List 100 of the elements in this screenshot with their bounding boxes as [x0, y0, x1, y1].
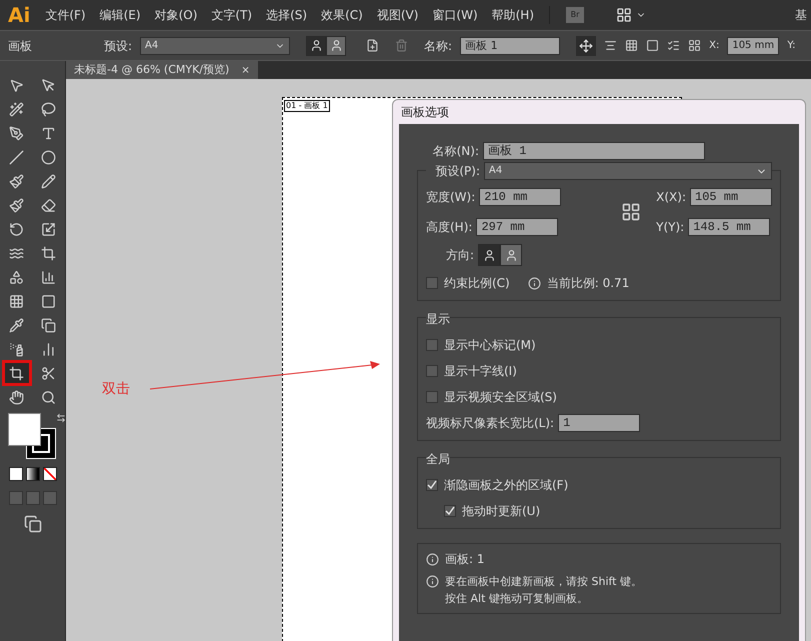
fill-stroke-swatch-drawing[interactable] — [8, 413, 56, 459]
option-label[interactable]: 显示视频安全区域(S) — [444, 388, 557, 406]
option-label[interactable]: 渐隐画板之外的区域(F) — [444, 476, 568, 494]
bar-chart-icon — [41, 270, 56, 284]
y-field[interactable]: 148.5 mm — [688, 218, 770, 236]
move-icon[interactable] — [579, 38, 594, 52]
hand-icon — [9, 390, 24, 404]
layout-icon[interactable] — [616, 7, 632, 23]
bar-chart-icon — [41, 342, 56, 356]
pixel-ratio-label: 视频标尺像素长宽比(L): — [426, 415, 554, 432]
color-mode-button[interactable] — [8, 467, 22, 481]
wand-icon — [9, 102, 24, 116]
eraser-icon — [41, 198, 56, 212]
preset-label: 预设: — [104, 38, 132, 54]
annotation-label: 双击 — [102, 380, 130, 399]
width-field[interactable]: 210 mm — [479, 188, 562, 206]
menu-item[interactable]: 效果(C) — [314, 6, 370, 24]
menu-item[interactable]: 视图(V) — [370, 6, 426, 24]
name-label: 名称(N): — [432, 143, 479, 160]
line-icon — [9, 150, 24, 164]
lasso-icon — [41, 102, 56, 116]
person-icon — [482, 248, 496, 262]
checkbox[interactable] — [426, 277, 438, 289]
orientation-button[interactable] — [326, 36, 346, 56]
grid-icon[interactable] — [688, 39, 702, 52]
info-icon — [426, 552, 439, 566]
copy-icon — [41, 318, 56, 332]
name-field[interactable]: 画板 1 — [483, 142, 705, 160]
height-label: 高度(H): — [426, 219, 472, 236]
brush-icon — [9, 198, 24, 212]
name-label: 名称: — [424, 38, 452, 54]
square-icon[interactable] — [646, 39, 660, 52]
hint-text: 要在画板中创建新画板，请按 Shift 键。 — [445, 574, 642, 590]
checkbox[interactable] — [426, 391, 438, 403]
option-label[interactable]: 拖动时更新(U) — [462, 502, 540, 520]
new-artboard-icon[interactable] — [366, 39, 380, 52]
arrow-icon — [9, 78, 24, 92]
checkbox[interactable] — [426, 365, 438, 377]
align-icon[interactable] — [604, 39, 618, 52]
menu-item[interactable]: 编辑(E) — [92, 6, 148, 24]
checkbox[interactable] — [444, 505, 456, 517]
screen-mode-icon[interactable] — [24, 515, 42, 533]
checkbox[interactable] — [426, 479, 438, 491]
tool-label: 画板 — [8, 38, 33, 54]
app-logo: Ai — [7, 2, 32, 29]
preset-dropdown[interactable]: A4 — [140, 36, 290, 54]
preset-dropdown[interactable]: A4 — [484, 162, 772, 180]
document-tab[interactable]: 未标题-4 @ 66% (CMYK/预览) × — [66, 61, 258, 79]
current-ratio: 当前比例: 0.71 — [546, 275, 630, 292]
x-field[interactable]: 105 mm — [690, 188, 772, 206]
checkmark-icon — [445, 506, 455, 516]
option-label[interactable]: 显示十字线(I) — [444, 362, 517, 380]
pen-icon — [9, 126, 24, 140]
rotate-icon — [9, 222, 24, 236]
menu-item[interactable]: 选择(S) — [259, 6, 314, 24]
y-label: Y(Y): — [656, 219, 684, 236]
info-icon — [426, 575, 439, 588]
x-label: X: — [709, 39, 720, 53]
name-field[interactable]: 画板 1 — [460, 36, 560, 54]
orientation-button[interactable] — [500, 244, 522, 266]
tool-button[interactable] — [4, 363, 28, 383]
height-field[interactable]: 297 mm — [476, 218, 558, 236]
checkmark-icon — [427, 480, 437, 490]
artboard-count: 画板: 1 — [445, 551, 484, 568]
pixel-ratio-field[interactable]: 1 — [558, 414, 640, 432]
eyedropper-icon — [9, 318, 24, 332]
scissors-icon — [41, 366, 56, 380]
reference-point-icon[interactable] — [621, 202, 642, 222]
close-icon[interactable]: × — [241, 62, 250, 78]
crop-icon — [41, 246, 56, 260]
workspace-label[interactable]: 基 — [795, 6, 811, 24]
type-icon — [41, 126, 56, 140]
checkbox[interactable] — [426, 339, 438, 351]
artboard-label: 01 - 画板 1 — [284, 100, 330, 112]
info-icon — [528, 276, 541, 290]
menu-item[interactable]: 文件(F) — [38, 6, 93, 24]
preset-label: 预设(P): — [434, 163, 480, 180]
orientation-label: 方向: — [446, 247, 474, 264]
constrain-label[interactable]: 约束比例(C) — [444, 274, 510, 292]
none-mode-button[interactable] — [42, 467, 56, 481]
person-icon — [330, 39, 343, 52]
list-icon[interactable] — [667, 39, 680, 52]
y-label: Y: — [787, 39, 796, 53]
orientation-button[interactable] — [306, 36, 326, 56]
person-icon — [310, 39, 323, 52]
option-label[interactable]: 显示中心标记(M) — [444, 336, 536, 354]
menu-item[interactable]: 帮助(H) — [484, 6, 542, 24]
orientation-button[interactable] — [478, 244, 500, 266]
pencil-icon — [41, 174, 56, 188]
person-icon — [504, 248, 518, 262]
spray-can-icon — [9, 342, 24, 356]
gradient-mode-button[interactable] — [26, 467, 40, 481]
menu-item[interactable]: 文字(T) — [204, 6, 260, 24]
grid-icon[interactable] — [625, 39, 638, 52]
menu-item[interactable]: 窗口(W) — [425, 6, 485, 24]
x-label: X(X): — [656, 189, 686, 206]
swap-icon[interactable] — [56, 413, 66, 423]
x-field[interactable]: 105 mm — [727, 36, 780, 54]
menu-item[interactable]: 对象(O) — [148, 6, 204, 24]
arrow-icon — [41, 78, 56, 92]
